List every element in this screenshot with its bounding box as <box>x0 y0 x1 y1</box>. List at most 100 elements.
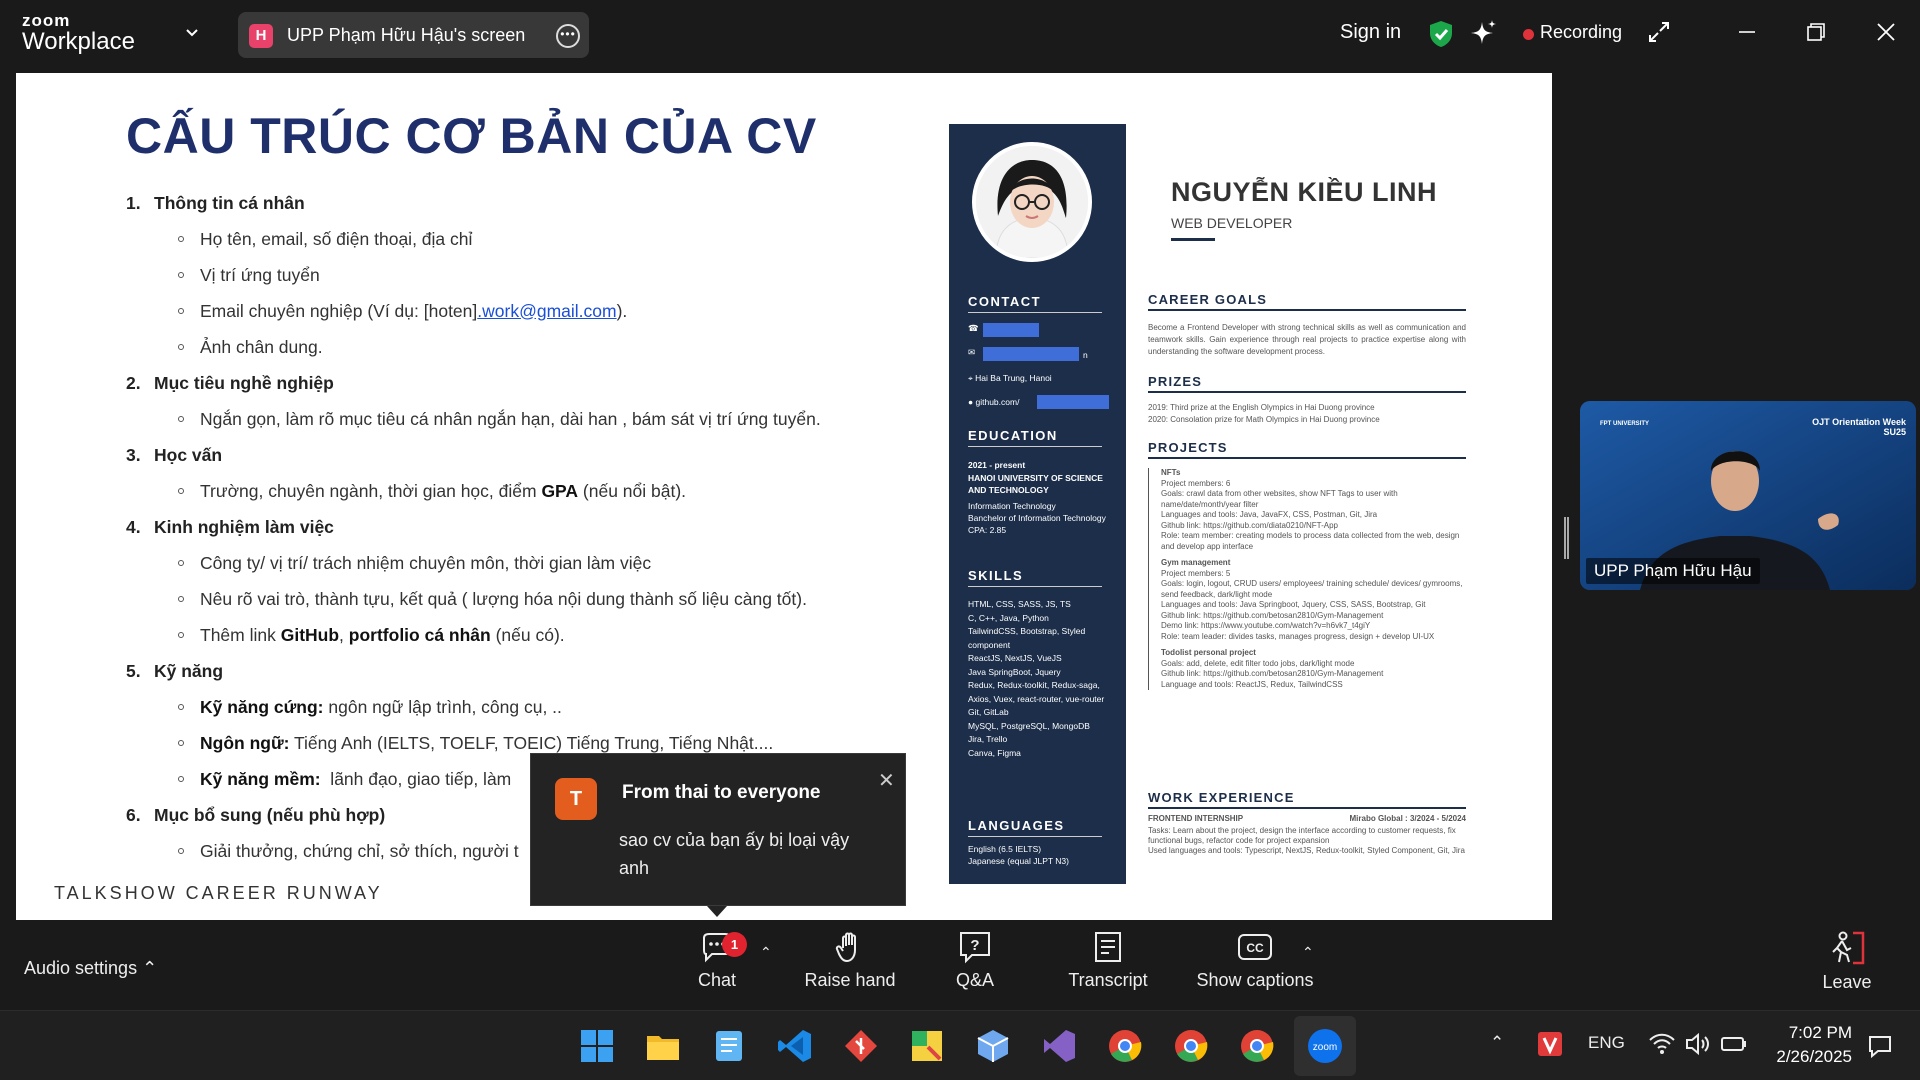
list-item: Email chuyên nghiệp (Ví dụ: [hoten] .work… <box>126 293 886 329</box>
chevron-down-icon[interactable] <box>184 24 200 40</box>
zoom-window: zoom Workplace H UPP Phạm Hữu Hậu's scre… <box>0 0 1920 1080</box>
tray-app-icon[interactable] <box>1535 1029 1565 1059</box>
battery-icon[interactable] <box>1720 1033 1748 1055</box>
input-language[interactable]: ENG <box>1588 1033 1625 1053</box>
list-item-bold: GPA <box>541 480 579 501</box>
section-label: Kỹ năng <box>154 660 224 681</box>
section-number: 5. <box>126 660 141 681</box>
cv-project-item: Role: team member: creating models to pr… <box>1161 531 1460 551</box>
shared-screen-pill[interactable]: H UPP Phạm Hữu Hậu's screen ••• <box>238 12 589 58</box>
chevron-up-icon[interactable]: ⌃ <box>760 944 772 961</box>
leave-button[interactable]: Leave <box>1822 930 1872 993</box>
qa-icon: ? <box>960 932 990 964</box>
svg-text:CC: CC <box>1246 941 1264 955</box>
section-label: Thông tin cá nhân <box>154 192 305 213</box>
transcript-button[interactable]: Transcript <box>1060 930 1156 991</box>
cv-skill-item: HTML, CSS, SASS, JS, TS <box>968 599 1071 609</box>
bullet-icon <box>178 236 184 242</box>
zoom-app-icon[interactable]: zoom <box>1306 1027 1344 1065</box>
more-options-icon[interactable]: ••• <box>556 24 580 48</box>
list-item-text: (nếu nổi bật). <box>578 480 687 501</box>
cv-work-item: Tasks: Learn about the project, design t… <box>1148 826 1456 845</box>
portrait-icon <box>976 146 1088 258</box>
section-heading: 2. Mục tiêu nghề nghiệp <box>126 365 886 401</box>
qa-button[interactable]: ? Q&A <box>945 930 1005 991</box>
visual-studio-icon[interactable] <box>1040 1027 1078 1065</box>
list-item-text: Họ tên, email, số điện thoại, địa chỉ <box>200 228 473 249</box>
cv-skill-item: Java SpringBoot, Jquery <box>968 666 1061 677</box>
audio-settings-label: Audio settings <box>24 958 138 978</box>
resize-handle[interactable] <box>1564 517 1569 559</box>
file-explorer-icon[interactable] <box>644 1027 682 1065</box>
unread-badge: 1 <box>722 932 747 957</box>
list-item-text: lãnh đạo, giao tiếp, làm <box>320 768 512 789</box>
list-item-text: , <box>339 624 349 645</box>
fullscreen-icon[interactable] <box>1645 18 1673 46</box>
wifi-icon[interactable] <box>1648 1031 1676 1057</box>
cv-skill-item: Redux, Redux-toolkit, Redux-saga, Axios,… <box>968 680 1105 704</box>
participant-video-tile[interactable]: FPT UNIVERSITY OJT Orientation Week SU25… <box>1580 401 1916 590</box>
section-number: 1. <box>126 192 141 213</box>
video-banner-left: FPT UNIVERSITY <box>1600 421 1650 427</box>
raise-hand-button[interactable]: Raise hand <box>800 930 900 991</box>
redacted-email <box>983 347 1079 361</box>
qa-label: Q&A <box>955 970 994 990</box>
cv-project-item: Project members: 6 <box>1161 478 1231 488</box>
zoom-logo: zoom Workplace <box>22 12 135 54</box>
list-item: Vị trí ứng tuyển <box>126 257 886 293</box>
list-item-text: ). <box>616 300 628 321</box>
notification-center-icon[interactable] <box>1866 1033 1894 1059</box>
section-label: Mục tiêu nghề nghiệp <box>154 372 334 393</box>
audio-settings-button[interactable]: Audio settings ⌃ <box>24 958 157 979</box>
cv-project-item: Goals: crawl data from other websites, s… <box>1161 489 1398 509</box>
cv-project-title: NFTs <box>1161 468 1181 477</box>
cv-skills-list: HTML, CSS, SASS, JS, TS C, C++, Java, Py… <box>968 598 1108 760</box>
chat-notification[interactable]: T From thai to everyone sao cv của bạn ấ… <box>530 753 906 917</box>
recording-indicator[interactable]: Recording <box>1540 22 1622 43</box>
section-label: Học vấn <box>154 444 223 465</box>
chrome-profile-icon[interactable] <box>1172 1027 1210 1065</box>
restore-icon[interactable] <box>1802 18 1830 46</box>
git-tool-icon[interactable] <box>842 1027 880 1065</box>
encryption-shield-icon[interactable] <box>1428 19 1454 49</box>
3d-app-icon[interactable] <box>974 1027 1012 1065</box>
list-item-text: Nêu rõ vai trò, thành tựu, kết quả ( lượ… <box>200 588 807 609</box>
volume-icon[interactable] <box>1684 1031 1712 1057</box>
sample-cv-image: CONTACT ☎ ✉ n ⌖ Hai Ba Trung, Hanoi ● gi… <box>949 124 1487 884</box>
cv-project-item: Github link: https://github.com/diata021… <box>1161 520 1338 530</box>
cv-prizes-list: 2019: Third prize at the English Olympic… <box>1148 402 1466 426</box>
sharer-avatar: H <box>249 24 273 48</box>
list-item: Công ty/ vị trí/ trách nhiệm chuyên môn,… <box>126 545 886 581</box>
cv-project-item: Demo link: https://www.youtube.com/watch… <box>1161 621 1371 630</box>
sign-in-link[interactable]: Sign in <box>1340 21 1401 44</box>
system-clock[interactable]: 7:02 PM 2/26/2025 <box>1760 1021 1852 1069</box>
notepad-icon[interactable] <box>710 1027 748 1065</box>
close-icon[interactable] <box>1872 18 1900 46</box>
bullet-icon <box>178 596 184 602</box>
chrome-icon[interactable] <box>1106 1027 1144 1065</box>
cv-prize-item: 2019: Third prize at the English Olympic… <box>1148 403 1375 412</box>
cv-language-item: English (6.5 IELTS) <box>968 844 1042 854</box>
cv-work-item: Used languages and tools: Typescript, Ne… <box>1148 846 1465 855</box>
minimize-icon[interactable] <box>1733 18 1761 46</box>
cv-goals-text: Become a Frontend Developer with strong … <box>1148 323 1466 356</box>
cv-skill-item: MySQL, PostgreSQL, MongoDB <box>968 720 1090 731</box>
redacted-github <box>1037 395 1109 409</box>
chevron-up-icon[interactable]: ⌃ <box>142 958 157 978</box>
windows-start-icon[interactable] <box>578 1027 616 1065</box>
chrome-profile-icon[interactable] <box>1238 1027 1276 1065</box>
cv-project-title: Gym management <box>1161 558 1231 567</box>
email-link[interactable]: .work@gmail.com <box>477 301 616 322</box>
vscode-icon[interactable] <box>776 1027 814 1065</box>
close-icon[interactable]: ✕ <box>878 768 895 793</box>
chevron-up-icon[interactable]: ⌃ <box>1490 1033 1504 1053</box>
clock-time: 7:02 PM <box>1788 1023 1852 1042</box>
list-item-text: Trường, chuyên ngành, thời gian học, điể… <box>200 480 542 501</box>
ide-icon[interactable] <box>908 1027 946 1065</box>
show-captions-button[interactable]: CC Show captions <box>1190 930 1320 991</box>
list-item-text: Vị trí ứng tuyển <box>200 264 320 285</box>
recording-dot-icon <box>1523 29 1534 40</box>
chevron-up-icon[interactable]: ⌃ <box>1302 944 1314 961</box>
list-item: Nêu rõ vai trò, thành tựu, kết quả ( lượ… <box>126 581 886 617</box>
ai-companion-icon[interactable] <box>1470 18 1498 48</box>
